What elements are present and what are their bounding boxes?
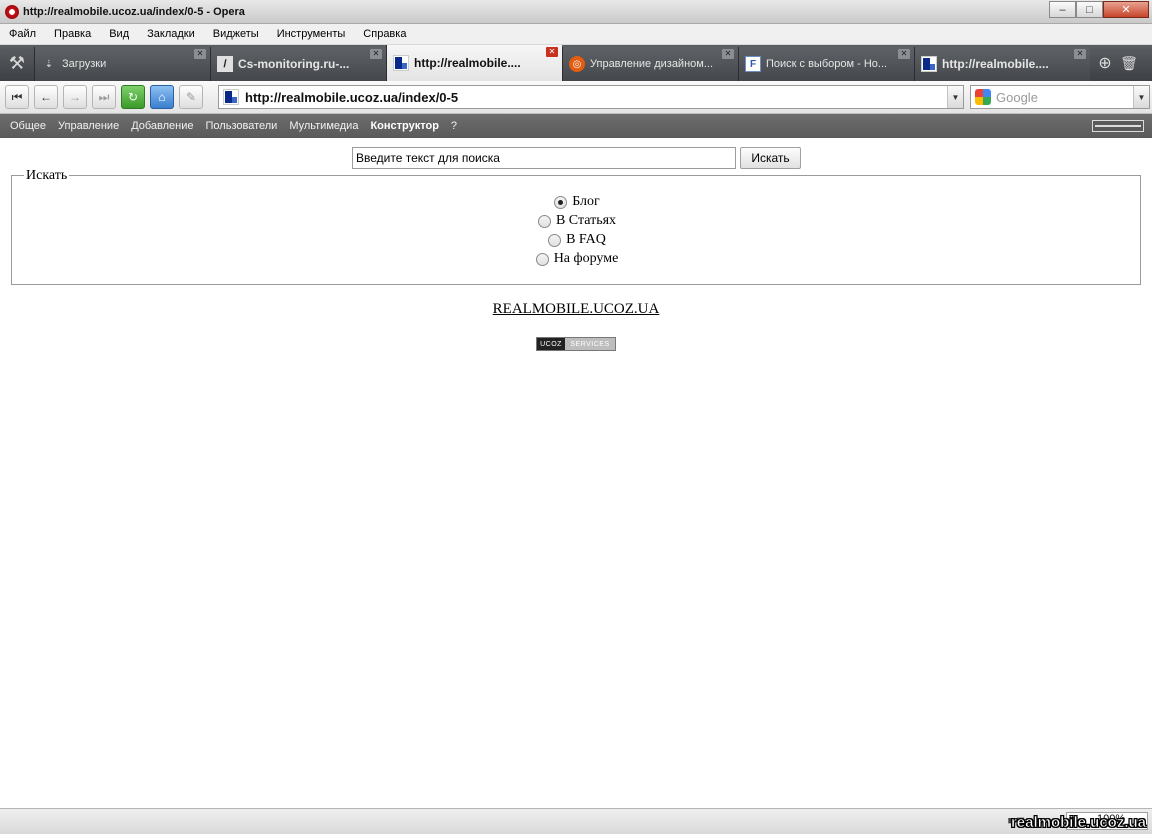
badge-left-text: UCOZ xyxy=(537,338,565,350)
search-button[interactable]: Искать xyxy=(740,147,801,169)
ucoz-favicon-icon xyxy=(223,89,239,105)
ubuntu-favicon-icon: ◎ xyxy=(569,56,585,72)
radio-label: В FAQ xyxy=(566,232,606,247)
radio-label: В Статьях xyxy=(555,213,617,228)
radio-option-blog[interactable]: Блог xyxy=(12,194,1142,210)
search-engine-box[interactable]: Google ▼ xyxy=(970,85,1150,109)
trash-icon[interactable]: 🗑 xyxy=(1116,45,1142,81)
radio-label: На форуме xyxy=(553,251,619,266)
address-dropdown-icon[interactable]: ▼ xyxy=(947,86,963,108)
tab-label: Cs-monitoring.ru-... xyxy=(238,57,350,71)
radio-button[interactable] xyxy=(535,252,549,266)
site-home-link[interactable]: REALMOBILE.UCOZ.UA xyxy=(0,301,1152,318)
menu-tools[interactable]: Инструменты xyxy=(268,28,355,40)
ucoz-menu-users[interactable]: Пользователи xyxy=(200,120,284,132)
maximize-button[interactable]: □ xyxy=(1076,1,1103,18)
reload-icon[interactable]: ↻ xyxy=(121,85,145,109)
tab-search-select[interactable]: F Поиск с выбором - Но... ✕ xyxy=(738,47,914,81)
watermark-text: realmobile.ucoz.ua xyxy=(1010,814,1147,832)
ucoz-menu-constructor[interactable]: Конструктор xyxy=(364,120,444,132)
radio-option-faq[interactable]: В FAQ xyxy=(12,232,1142,248)
menu-help[interactable]: Справка xyxy=(354,28,415,40)
menu-bookmarks[interactable]: Закладки xyxy=(138,28,204,40)
radio-button-checked[interactable] xyxy=(554,195,568,209)
menu-edit[interactable]: Правка xyxy=(45,28,100,40)
tab-close-icon[interactable]: ✕ xyxy=(546,47,558,57)
search-input[interactable] xyxy=(352,147,736,169)
ucoz-menu-help[interactable]: ? xyxy=(445,120,463,132)
fast-forward-icon[interactable]: ⏭ xyxy=(92,85,116,109)
back-icon[interactable]: ← xyxy=(34,85,58,109)
radio-button[interactable] xyxy=(548,233,562,247)
tab-close-icon[interactable]: ✕ xyxy=(370,49,382,59)
badge-right-text: SERVICES xyxy=(565,338,615,350)
menu-widgets[interactable]: Виджеты xyxy=(204,28,268,40)
search-dropdown-icon[interactable]: ▼ xyxy=(1133,86,1149,108)
ucoz-menu-add[interactable]: Добавление xyxy=(125,120,199,132)
close-window-button[interactable]: ✕ xyxy=(1103,1,1149,18)
tab-close-icon[interactable]: ✕ xyxy=(1074,49,1086,59)
pencil-icon[interactable]: ✎ xyxy=(179,85,203,109)
ucoz-menu-management[interactable]: Управление xyxy=(52,120,125,132)
tab-label: http://realmobile.... xyxy=(942,57,1049,71)
new-tab-icon[interactable]: ⊕ xyxy=(1094,45,1116,81)
tab-close-icon[interactable]: ✕ xyxy=(194,49,206,59)
radio-label: Блог xyxy=(572,194,600,209)
panel-slider[interactable] xyxy=(1092,120,1144,132)
radio-button[interactable] xyxy=(537,214,551,228)
tab-design-management[interactable]: ◎ Управление дизайном... ✕ xyxy=(562,47,738,81)
search-scope-fieldset: Искать Блог В Статьях В FAQ На форуме xyxy=(11,168,1142,285)
tab-label: http://realmobile.... xyxy=(414,56,521,70)
google-icon[interactable] xyxy=(975,89,991,105)
forward-icon[interactable]: → xyxy=(63,85,87,109)
download-icon: ⇣ xyxy=(44,58,54,70)
navigation-toolbar: ⏮ ← → ⏭ ↻ ⌂ ✎ http://realmobile.ucoz.ua/… xyxy=(0,81,1152,114)
radio-option-articles[interactable]: В Статьях xyxy=(12,213,1142,229)
search-engine-placeholder: Google xyxy=(996,89,1038,105)
ucoz-favicon-icon xyxy=(921,56,937,72)
title-bar: http://realmobile.ucoz.ua/index/0-5 - Op… xyxy=(0,0,1152,24)
status-bar: ■ □ 100% realmobile.ucoz.ua xyxy=(0,808,1152,834)
page-content: Искать Искать Блог В Статьях В FAQ На фо… xyxy=(0,138,1152,808)
window-title: http://realmobile.ucoz.ua/index/0-5 - Op… xyxy=(23,5,245,18)
menu-view[interactable]: Вид xyxy=(100,28,138,40)
tab-realmobile-2[interactable]: http://realmobile.... ✕ xyxy=(914,47,1090,81)
address-bar[interactable]: http://realmobile.ucoz.ua/index/0-5 ▼ xyxy=(218,85,964,109)
cs-favicon-icon: 𝐼 xyxy=(217,56,233,72)
tab-close-icon[interactable]: ✕ xyxy=(722,49,734,59)
window-controls: – □ ✕ xyxy=(1049,1,1149,18)
tab-realmobile-active[interactable]: http://realmobile.... ✕ xyxy=(386,45,562,81)
tools-icon[interactable]: ⚒ xyxy=(0,45,34,81)
menu-bar: Файл Правка Вид Закладки Виджеты Инструм… xyxy=(0,24,1152,45)
tab-label: Управление дизайном... xyxy=(590,58,713,70)
search-form: Искать xyxy=(352,147,801,169)
ucoz-favicon-icon xyxy=(393,55,409,71)
ucoz-menu-general[interactable]: Общее xyxy=(0,120,52,132)
tab-close-icon[interactable]: ✕ xyxy=(898,49,910,59)
tab-downloads[interactable]: ⇣ Загрузки ✕ xyxy=(34,47,210,81)
rewind-icon[interactable]: ⏮ xyxy=(5,85,29,109)
ucoz-menu-multimedia[interactable]: Мультимедиа xyxy=(283,120,364,132)
minimize-button[interactable]: – xyxy=(1049,1,1076,18)
opera-logo-icon xyxy=(5,4,19,19)
ucoz-admin-panel: Общее Управление Добавление Пользователи… xyxy=(0,114,1152,138)
tab-bar: ⚒ ⇣ Загрузки ✕ 𝐼 Cs-monitoring.ru-... ✕ … xyxy=(0,45,1152,81)
menu-file[interactable]: Файл xyxy=(0,28,45,40)
tab-cs-monitoring[interactable]: 𝐼 Cs-monitoring.ru-... ✕ xyxy=(210,47,386,81)
tab-label: Загрузки xyxy=(62,58,107,70)
tab-label: Поиск с выбором - Но... xyxy=(766,58,888,70)
fieldset-legend: Искать xyxy=(24,168,70,184)
address-url[interactable]: http://realmobile.ucoz.ua/index/0-5 xyxy=(245,90,458,105)
ucoz-services-badge[interactable]: UCOZ SERVICES xyxy=(536,337,616,351)
radio-option-forum[interactable]: На форуме xyxy=(12,251,1142,267)
f-favicon-icon: F xyxy=(745,56,761,72)
home-icon[interactable]: ⌂ xyxy=(150,85,174,109)
